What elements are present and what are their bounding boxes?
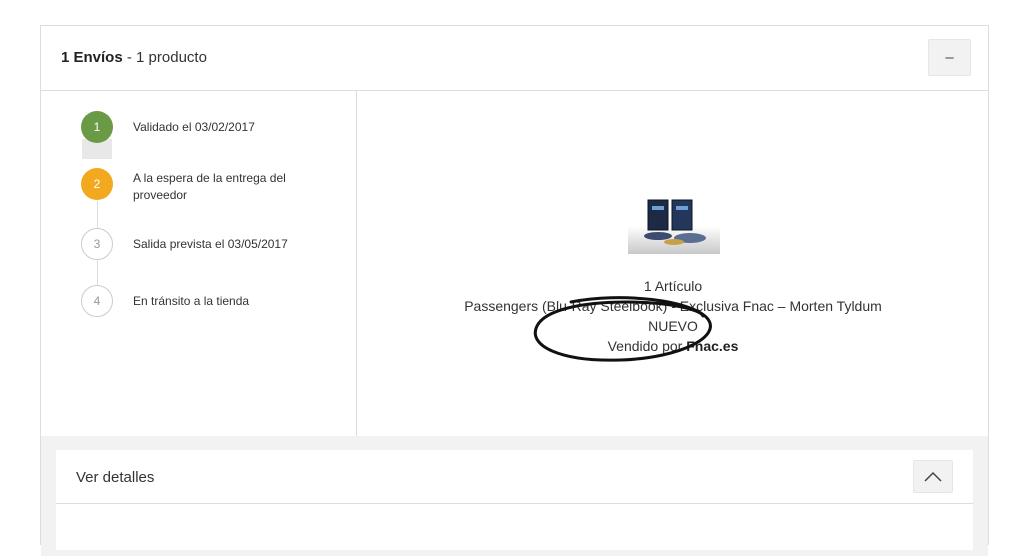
product-image[interactable] [628,196,720,254]
shipment-header: 1 Envíos - 1 producto – [41,26,988,91]
order-status-steps: 1 Validado el 03/02/2017 2 A la espera d… [41,91,357,436]
step-number-badge: 1 [81,111,113,143]
collapse-button[interactable]: – [928,39,971,76]
details-header[interactable]: Ver detalles [56,450,973,504]
shipment-title: 1 Envíos - 1 producto [61,49,207,66]
product-count: - 1 producto [122,49,207,66]
step-label: Validado el 03/02/2017 [133,120,255,134]
step-connector [97,201,98,231]
product-info: 1 Artículo Passengers (Blu-Ray Steelbook… [358,276,988,356]
seller-name: Fnac.es [686,338,739,354]
step-number-badge: 4 [81,285,113,317]
details-title: Ver detalles [76,469,155,486]
step-number-badge: 3 [81,228,113,260]
step-label: A la espera de la entrega del proveedor [133,171,286,202]
minus-icon: – [945,49,954,66]
shipment-count: 1 Envíos [61,49,123,66]
item-quantity: 1 Artículo [643,278,703,294]
step-label: Salida prevista el 03/05/2017 [133,237,288,251]
details-section: Ver detalles [41,436,988,556]
details-toggle-button[interactable] [913,460,953,493]
step-label: En tránsito a la tienda [133,294,250,308]
details-card: Ver detalles [56,450,973,550]
sold-by-label: Vendido por [607,338,687,354]
product-condition: NUEVO [648,318,698,334]
chevron-up-icon [924,471,942,482]
product-panel: 1 Artículo Passengers (Blu-Ray Steelbook… [358,91,988,436]
product-name-link[interactable]: Passengers (Blu-Ray Steelbook) - Exclusi… [358,296,988,316]
step-number-badge: 2 [81,168,113,200]
shipment-card: 1 Envíos - 1 producto – 1 Validado el 03… [40,25,989,556]
seller-line: Vendido por Fnac.es [358,336,988,356]
